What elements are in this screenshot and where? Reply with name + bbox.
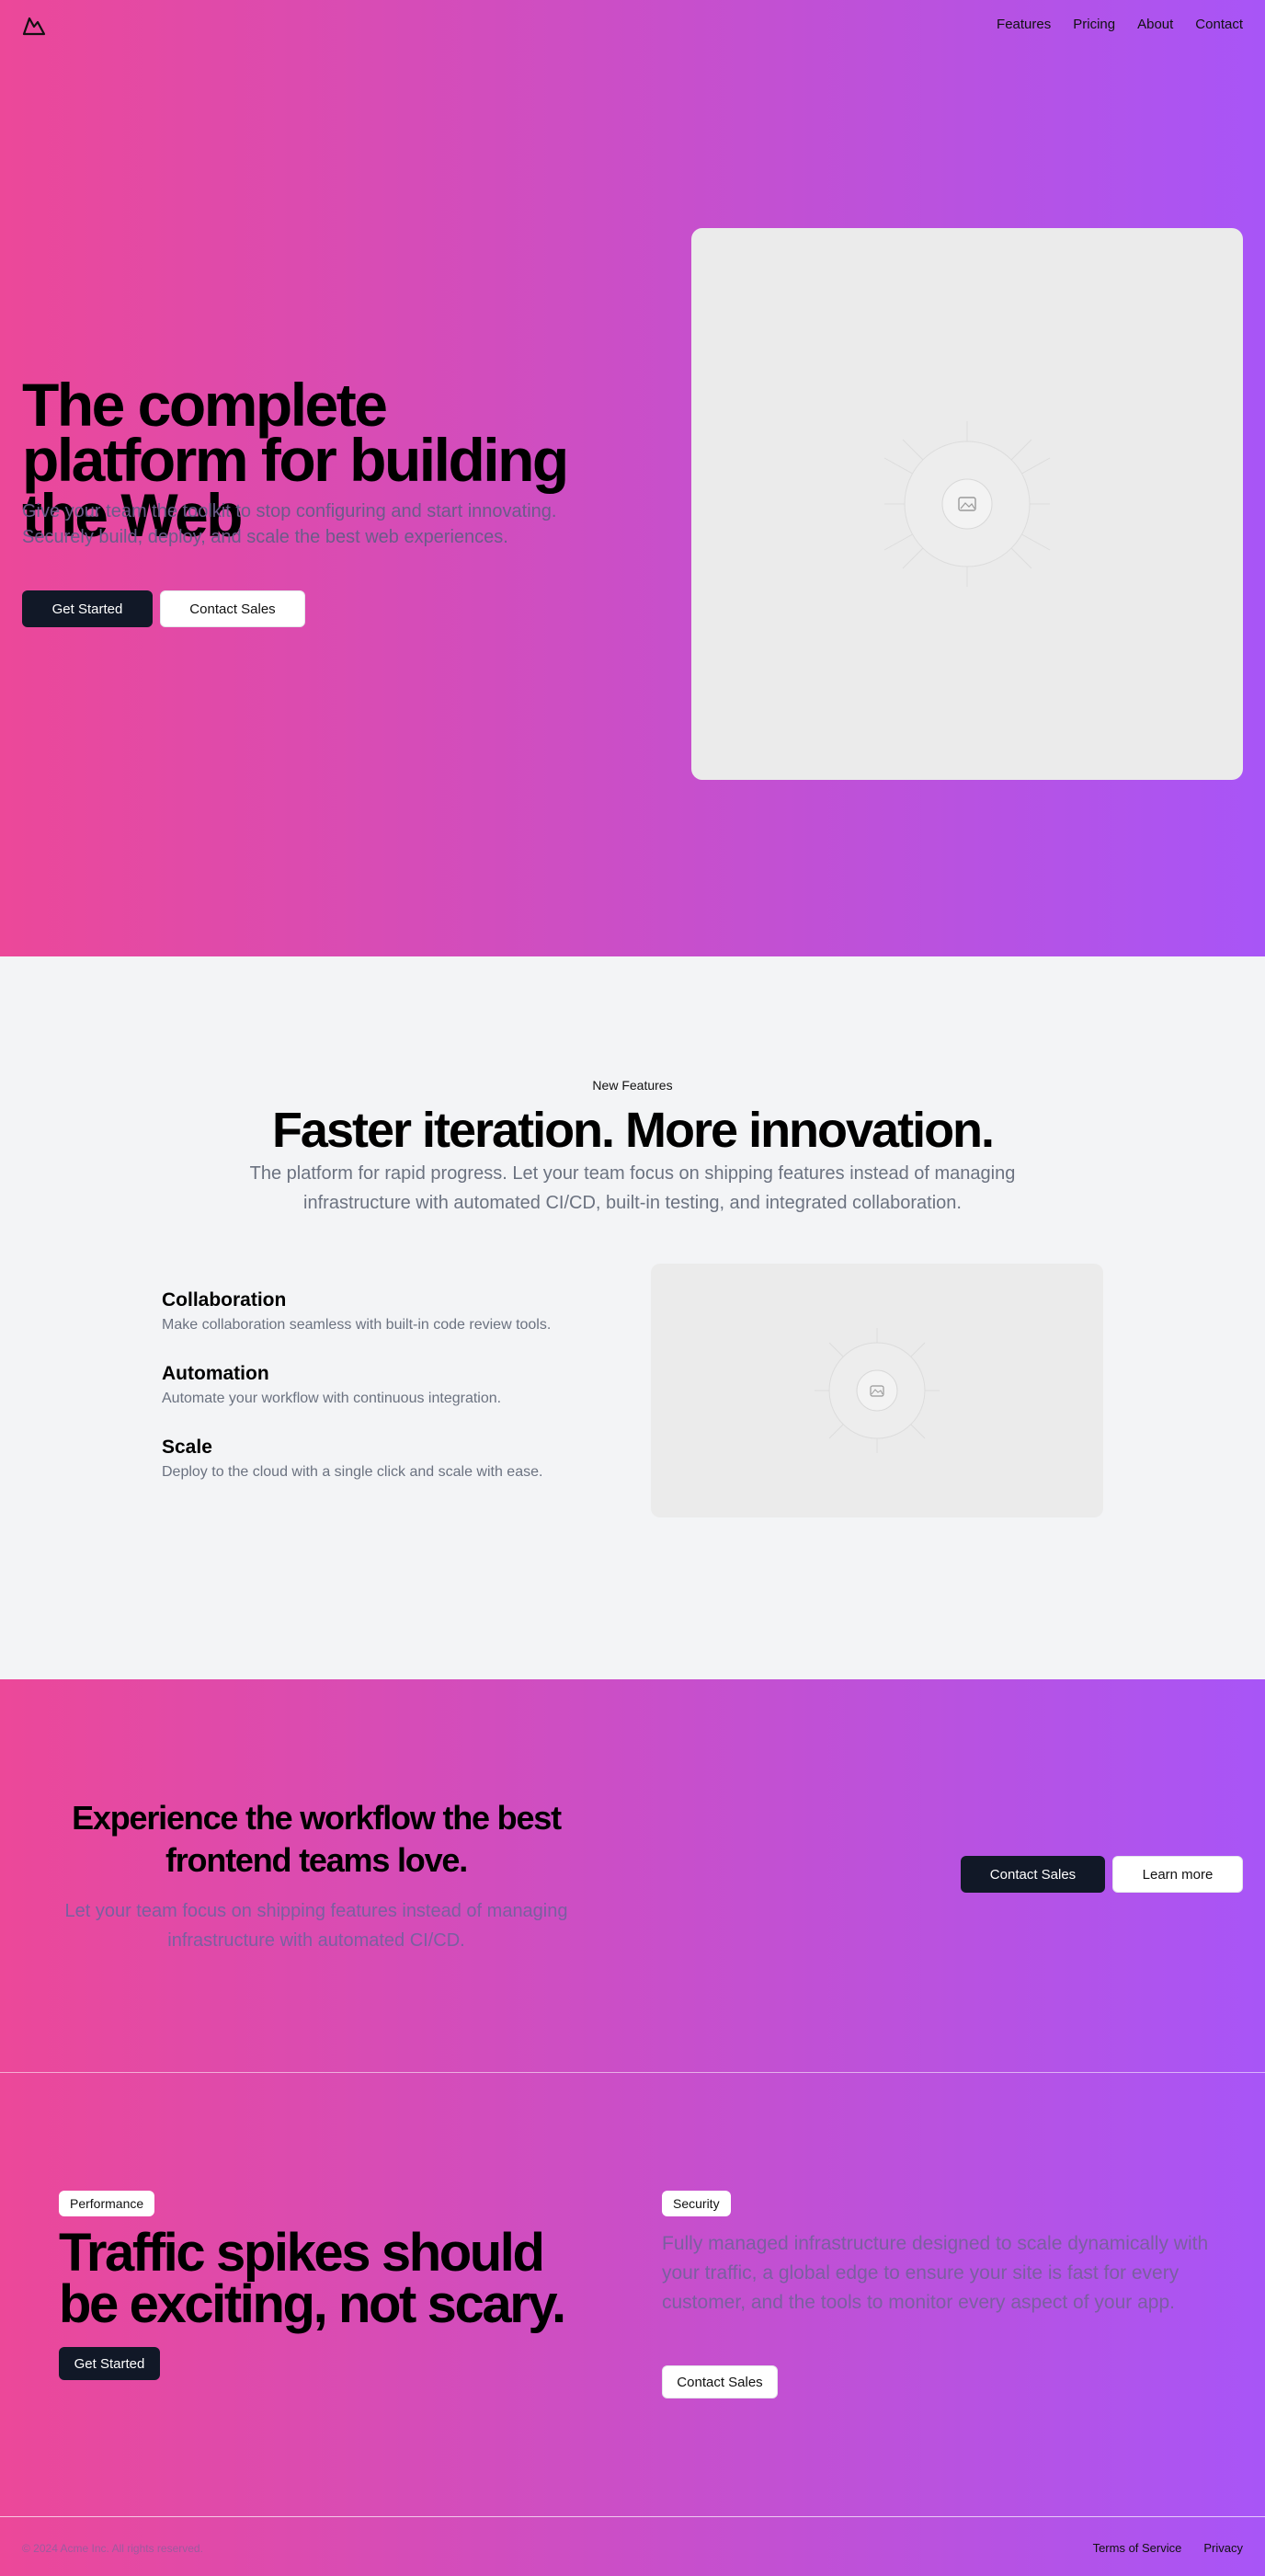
learn-more-button[interactable]: Learn more [1112, 1856, 1243, 1893]
site-footer: © 2024 Acme Inc. All rights reserved. Te… [0, 2516, 1265, 2576]
features-eyebrow: New Features [592, 1078, 673, 1093]
hero-subtitle: Give your team the toolkit to stop confi… [22, 501, 557, 547]
feature-title: Collaboration [162, 1289, 287, 1311]
performance-badge: Performance [59, 2191, 155, 2216]
contact-sales-button[interactable]: Contact Sales [160, 590, 305, 627]
performance-title: Traffic spikes should be exciting, not s… [59, 2223, 566, 2334]
feature-description: Deploy to the cloud with a single click … [162, 1464, 543, 1480]
features-section: New Features Faster iteration. More inno… [0, 956, 1265, 1679]
feature-description: Automate your workflow with continuous i… [162, 1391, 502, 1406]
feature-description: Make collaboration seamless with built-i… [162, 1317, 552, 1333]
perf-get-started-button[interactable]: Get Started [59, 2347, 160, 2380]
cta-section: Experience the workflow the best fronten… [0, 1679, 1265, 2073]
features-title: Faster iteration. More innovation. [271, 1103, 995, 1158]
nav-item-pricing[interactable]: Pricing [1073, 17, 1115, 32]
features-subtitle: The platform for rapid progress. Let you… [249, 1163, 1016, 1213]
cta-title: Experience the workflow the best fronten… [72, 1799, 562, 1879]
nav-item-about[interactable]: About [1137, 17, 1173, 32]
get-started-button[interactable]: Get Started [22, 590, 153, 627]
nav-item-features[interactable]: Features [997, 17, 1051, 32]
features-list: Collaboration Make collaboration seamles… [162, 1289, 603, 1510]
main-nav: Features Pricing About Contact [997, 17, 1243, 32]
image-placeholder-icon [883, 421, 1051, 587]
footer-links: Terms of Service Privacy [1093, 2541, 1243, 2555]
terms-link[interactable]: Terms of Service [1093, 2541, 1182, 2555]
features-image-placeholder [651, 1264, 1103, 1517]
feature-title: Scale [162, 1437, 212, 1458]
nav-item-contact[interactable]: Contact [1195, 17, 1243, 32]
performance-section: Performance Traffic spikes should be exc… [0, 2073, 1265, 2516]
feature-item-collaboration: Collaboration Make collaboration seamles… [162, 1289, 603, 1363]
footer-divider [0, 2516, 1265, 2517]
perf-contact-sales-button[interactable]: Contact Sales [662, 2365, 778, 2399]
image-placeholder-icon [815, 1328, 940, 1453]
site-header: Features Pricing About Contact [0, 0, 1265, 52]
feature-title: Automation [162, 1363, 269, 1384]
security-badge: Security [662, 2191, 731, 2216]
copyright-text: © 2024 Acme Inc. All rights reserved. [22, 2542, 203, 2555]
cta-subtitle: Let your team focus on shipping features… [64, 1901, 568, 1951]
privacy-link[interactable]: Privacy [1203, 2541, 1243, 2555]
cta-contact-sales-button[interactable]: Contact Sales [961, 1856, 1105, 1893]
hero-image-placeholder [691, 228, 1243, 780]
security-description: Fully managed infrastructure designed to… [662, 2233, 1209, 2313]
feature-item-scale: Scale Deploy to the cloud with a single … [162, 1437, 603, 1510]
feature-item-automation: Automation Automate your workflow with c… [162, 1363, 603, 1437]
mountain-logo-icon[interactable] [22, 15, 46, 37]
hero-section: The complete platform for building the W… [0, 0, 1265, 956]
